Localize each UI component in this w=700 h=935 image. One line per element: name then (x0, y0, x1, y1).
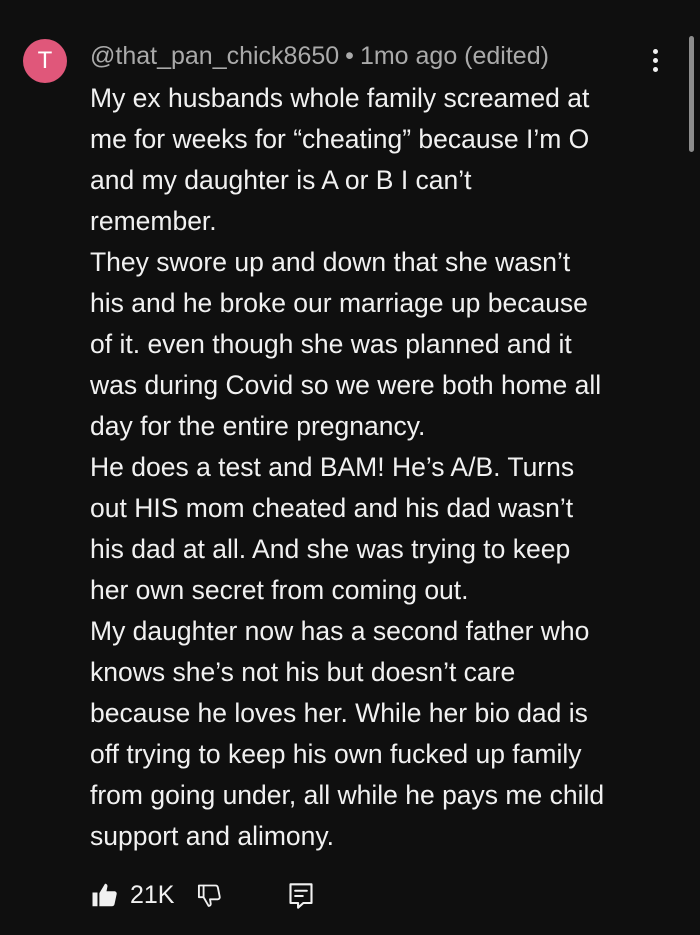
comment-paragraph: He does a test and BAM! He’s A/B. Turns … (90, 452, 575, 605)
timestamp: 1mo ago (edited) (359, 42, 549, 70)
comment-paragraph: My ex husbands whole family screamed at … (90, 83, 590, 236)
more-vertical-icon[interactable] (640, 45, 670, 81)
comment-card: T @that_pan_chick8650 • 1mo ago (edited) M… (0, 0, 700, 935)
like-count: 21K (130, 881, 175, 909)
comment-paragraph: My daughter now has a second father who … (90, 616, 605, 851)
comment-header: @that_pan_chick8650 • 1mo ago (edited) (90, 39, 549, 73)
separator-dot: • (345, 42, 354, 70)
scrollbar[interactable] (689, 36, 694, 152)
comment-body: My ex husbands whole family screamed at … (90, 78, 665, 857)
avatar[interactable]: T (23, 39, 67, 83)
reply-icon[interactable] (288, 882, 314, 910)
thumbs-down-icon[interactable] (196, 882, 224, 910)
comment-paragraph: They swore up and down that she wasn’t h… (90, 247, 602, 441)
comment-actions: 21K (90, 876, 350, 916)
author-name[interactable]: @that_pan_chick8650 (90, 42, 339, 70)
thumbs-up-icon[interactable] (90, 880, 120, 910)
